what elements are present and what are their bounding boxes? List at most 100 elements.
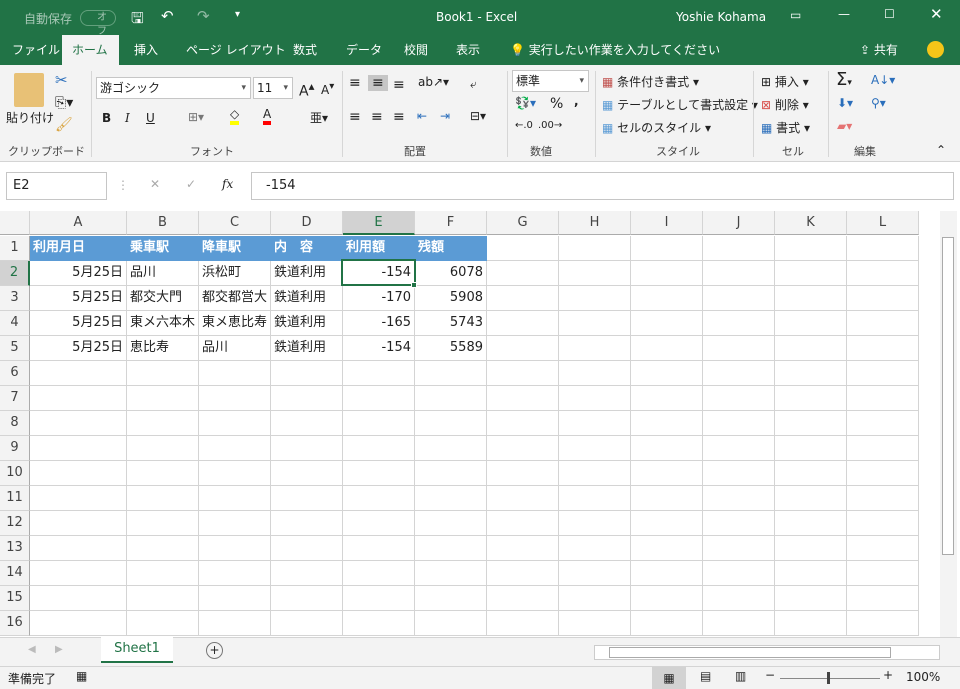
cell-C3[interactable]: 都交都営大: [199, 286, 271, 311]
cell-C12[interactable]: [199, 511, 271, 536]
cell-L3[interactable]: [847, 286, 919, 311]
cell-J10[interactable]: [703, 461, 775, 486]
column-header-C[interactable]: C: [199, 211, 271, 235]
align-center-icon[interactable]: ≡: [371, 109, 383, 125]
cell-E12[interactable]: [343, 511, 415, 536]
zoom-in-icon[interactable]: +: [883, 668, 893, 682]
cell-A15[interactable]: [30, 586, 127, 611]
fill-icon[interactable]: ⬇▾: [837, 96, 853, 110]
zoom-slider-thumb[interactable]: [827, 672, 830, 684]
share-button[interactable]: ⇪ 共有: [850, 35, 908, 65]
cell-B12[interactable]: [127, 511, 199, 536]
tab-page-layout[interactable]: ページ レイアウト: [176, 35, 296, 65]
cell-K9[interactable]: [775, 436, 847, 461]
cell-D11[interactable]: [271, 486, 343, 511]
align-middle-icon[interactable]: ≡: [368, 75, 388, 91]
cell-I1[interactable]: [631, 236, 703, 261]
cell-L1[interactable]: [847, 236, 919, 261]
cell-A13[interactable]: [30, 536, 127, 561]
cell-K2[interactable]: [775, 261, 847, 286]
cell-E5[interactable]: -154: [343, 336, 415, 361]
cell-L14[interactable]: [847, 561, 919, 586]
cell-H6[interactable]: [559, 361, 631, 386]
fill-color-icon[interactable]: ◇: [230, 107, 240, 125]
paste-icon[interactable]: [14, 73, 44, 107]
horizontal-scrollbar[interactable]: [594, 645, 940, 660]
cell-I16[interactable]: [631, 611, 703, 636]
cell-I11[interactable]: [631, 486, 703, 511]
cell-A2[interactable]: 5月25日: [30, 261, 127, 286]
cell-D2[interactable]: 鉄道利用: [271, 261, 343, 286]
align-right-icon[interactable]: ≡: [393, 109, 405, 125]
row-header-11[interactable]: 11: [0, 486, 30, 511]
cell-E15[interactable]: [343, 586, 415, 611]
cell-A3[interactable]: 5月25日: [30, 286, 127, 311]
column-header-J[interactable]: J: [703, 211, 775, 235]
cell-L5[interactable]: [847, 336, 919, 361]
decrease-font-icon[interactable]: A▾: [321, 81, 334, 97]
row-header-6[interactable]: 6: [0, 361, 30, 386]
font-name-select[interactable]: 游ゴシック: [96, 77, 251, 99]
cell-A7[interactable]: [30, 386, 127, 411]
smiley-feedback-icon[interactable]: [927, 41, 944, 58]
row-header-14[interactable]: 14: [0, 561, 30, 586]
close-icon[interactable]: ✕: [930, 5, 943, 23]
cell-G3[interactable]: [487, 286, 559, 311]
cell-G1[interactable]: [487, 236, 559, 261]
cell-G8[interactable]: [487, 411, 559, 436]
cell-F8[interactable]: [415, 411, 487, 436]
cell-H9[interactable]: [559, 436, 631, 461]
cell-E4[interactable]: -165: [343, 311, 415, 336]
sort-filter-icon[interactable]: A↓▾: [871, 73, 895, 87]
cell-K5[interactable]: [775, 336, 847, 361]
cell-C11[interactable]: [199, 486, 271, 511]
cell-C9[interactable]: [199, 436, 271, 461]
cell-H14[interactable]: [559, 561, 631, 586]
underline-button[interactable]: U: [146, 111, 155, 125]
cell-A8[interactable]: [30, 411, 127, 436]
cell-G7[interactable]: [487, 386, 559, 411]
cell-H15[interactable]: [559, 586, 631, 611]
cell-H12[interactable]: [559, 511, 631, 536]
cell-B2[interactable]: 品川: [127, 261, 199, 286]
cell-K1[interactable]: [775, 236, 847, 261]
clear-icon[interactable]: ▰▾: [837, 119, 852, 133]
cell-I9[interactable]: [631, 436, 703, 461]
cell-C16[interactable]: [199, 611, 271, 636]
save-icon[interactable]: 🖫: [131, 8, 144, 33]
cell-L4[interactable]: [847, 311, 919, 336]
cell-F5[interactable]: 5589: [415, 336, 487, 361]
cell-H3[interactable]: [559, 286, 631, 311]
cell-J4[interactable]: [703, 311, 775, 336]
column-header-K[interactable]: K: [775, 211, 847, 235]
cell-I3[interactable]: [631, 286, 703, 311]
cell-H11[interactable]: [559, 486, 631, 511]
name-box[interactable]: E2: [6, 172, 107, 200]
worksheet-grid[interactable]: A B C D E F G H I J K L 1 利用月日 乗車駅 降車駅内 容利用額 残額 2 5月25日 品川浜…: [0, 211, 940, 637]
fill-handle[interactable]: [411, 282, 417, 288]
row-header-7[interactable]: 7: [0, 386, 30, 411]
tab-insert[interactable]: 挿入: [124, 35, 168, 65]
vertical-scroll-thumb[interactable]: [942, 237, 954, 555]
zoom-level[interactable]: 100%: [906, 670, 940, 684]
cell-A5[interactable]: 5月25日: [30, 336, 127, 361]
cut-icon[interactable]: ✂: [55, 71, 68, 89]
cell-H10[interactable]: [559, 461, 631, 486]
phonetic-icon[interactable]: 亜▾: [310, 109, 328, 126]
cell-B11[interactable]: [127, 486, 199, 511]
format-painter-icon[interactable]: 🖌: [55, 117, 73, 133]
cell-D16[interactable]: [271, 611, 343, 636]
cell-L11[interactable]: [847, 486, 919, 511]
copy-icon[interactable]: ⎘▾: [55, 95, 73, 111]
cell-I7[interactable]: [631, 386, 703, 411]
cell-E8[interactable]: [343, 411, 415, 436]
horizontal-scroll-thumb[interactable]: [609, 647, 891, 658]
cell-J5[interactable]: [703, 336, 775, 361]
cell-C1[interactable]: 降車駅: [199, 236, 271, 261]
cell-J2[interactable]: [703, 261, 775, 286]
maximize-icon[interactable]: ☐: [884, 7, 895, 21]
font-color-icon[interactable]: A: [263, 107, 272, 125]
merge-center-icon[interactable]: ⊟▾: [470, 109, 486, 123]
borders-icon[interactable]: ⊞▾: [188, 110, 204, 124]
cell-K7[interactable]: [775, 386, 847, 411]
